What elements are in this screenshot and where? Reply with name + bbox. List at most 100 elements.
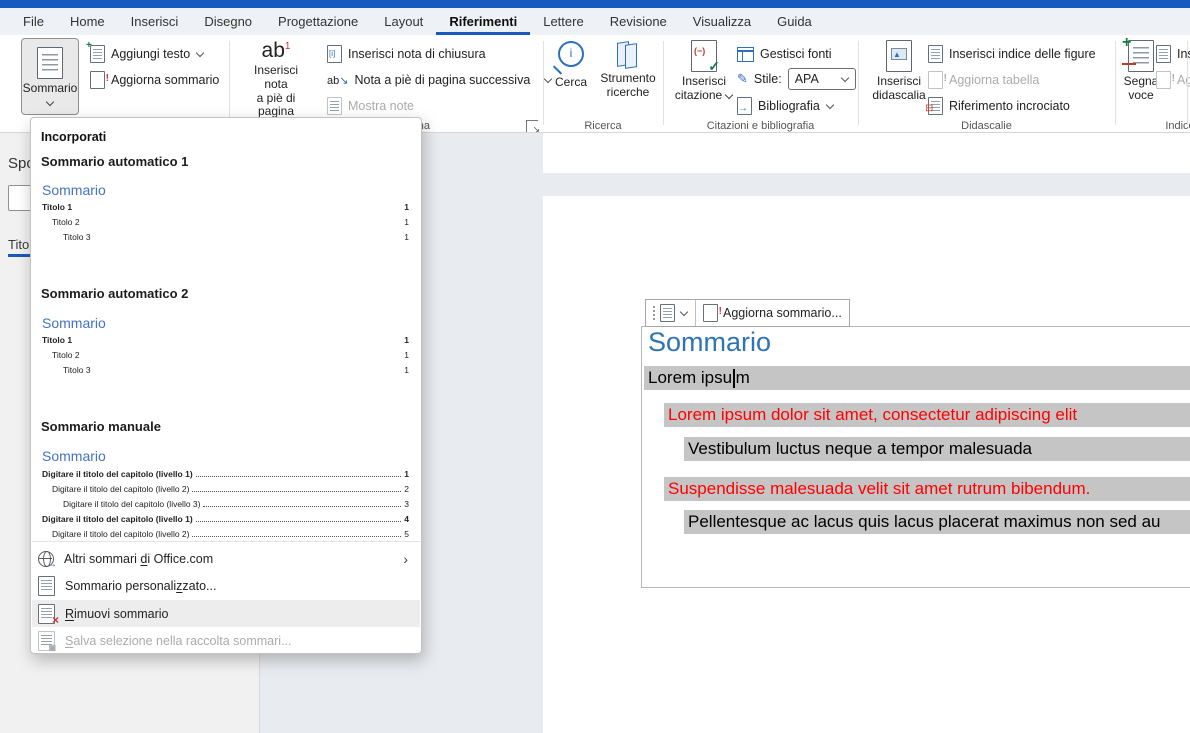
style-brush-icon: ✎ (737, 71, 748, 87)
toc-toolbar-handle[interactable] (646, 300, 695, 326)
globe-arrow-icon: → (47, 559, 57, 570)
dropdown-section-header: Incorporati (41, 130, 106, 144)
gallery-item-auto-1[interactable]: Sommario Titolo 11 Titolo 21 Titolo 31 (31, 178, 421, 278)
inserisci-citazione-button[interactable]: (−) ✓ Inserisci citazione (674, 40, 734, 103)
citation-icon: (−) ✓ (691, 40, 717, 72)
tab-home[interactable]: Home (57, 8, 118, 35)
cerca-button[interactable]: i Cerca (548, 41, 594, 90)
search-icon: i (558, 41, 584, 67)
riferimento-incrociato-button[interactable]: ⊟ Riferimento incrociato (928, 95, 1070, 117)
toc-line-5-text: Pellentesque ac lacus quis lacus placera… (688, 512, 1161, 532)
didascalia-label-2: didascalia (872, 89, 925, 103)
stile-label: Stile: (754, 72, 782, 86)
tab-visualizza[interactable]: Visualizza (680, 8, 764, 35)
menu-item-label: Altri sommari di Office.com (64, 552, 213, 566)
gallery-item-manual[interactable]: Sommario Digitare il titolo del capitolo… (31, 444, 421, 540)
stile-row: ✎ Stile: APA (737, 68, 856, 90)
preview-row: Titolo 21 (42, 217, 409, 227)
grip-dots-icon (653, 306, 655, 308)
aggiorna-sommario-toolbar-button[interactable]: ! Aggiorna sommario... (696, 300, 849, 326)
tab-disegno[interactable]: Disegno (191, 8, 265, 35)
strumento-label-1: Strumento (600, 72, 655, 86)
indice-figure-button[interactable]: Inserisci indice delle figure (928, 43, 1096, 65)
citazione-label-1: Inserisci (682, 75, 726, 89)
footnote-ab1-icon: ab1 (262, 40, 291, 61)
bibliografia-button[interactable]: → Bibliografia (737, 95, 834, 117)
mostra-note-button: Mostra note (327, 95, 414, 117)
riferimento-incrociato-label: Riferimento incrociato (949, 99, 1070, 113)
tab-riferimenti-active[interactable]: Riferimenti (436, 8, 530, 35)
preview-row: Titolo 21 (42, 350, 409, 360)
toc-line-4-text: Suspendisse malesuada velit sit amet rut… (668, 479, 1090, 499)
save-selection-icon: ▣ (38, 631, 55, 651)
preview-row: Titolo 11 (42, 335, 409, 345)
dialog-launcher-icon[interactable] (526, 120, 538, 132)
tab-inserisci[interactable]: Inserisci (118, 8, 192, 35)
menu-item-sommario-personalizzato[interactable]: Sommario personalizzato... (32, 572, 420, 599)
nota-chiusura-label: Inserisci nota di chiusura (348, 47, 486, 61)
ribbon-tab-bar: File Home Inserisci Disegno Progettazion… (0, 8, 1190, 35)
gallery-item-auto-2[interactable]: Sommario Titolo 11 Titolo 21 Titolo 31 (31, 311, 421, 411)
sommario-button-label: Sommario (23, 82, 78, 96)
indice-figure-label: Inserisci indice delle figure (949, 47, 1096, 61)
inserisci-didascalia-button[interactable]: ▲ Inserisci didascalia (868, 40, 930, 103)
aggiorna-tabella-label: Aggiorna tabella (949, 73, 1039, 87)
bibliography-icon: → (737, 97, 752, 115)
stile-value: APA (795, 72, 819, 86)
toc-line-1[interactable]: Lorem ipsum (644, 366, 1190, 390)
chevron-down-icon (841, 75, 849, 83)
preview-heading: Sommario (42, 182, 106, 198)
mark-entry-icon: + (1128, 40, 1154, 72)
toc-line-4[interactable]: Suspendisse malesuada velit sit amet rut… (664, 477, 1190, 501)
update-toc-icon: ! (90, 71, 105, 89)
doc-toc-heading: Sommario (648, 327, 771, 358)
tab-progettazione[interactable]: Progettazione (265, 8, 371, 35)
toc-line-1-text: Lorem ipsu (648, 368, 732, 388)
preview-row: Digitare il titolo del capitolo (livello… (42, 529, 409, 539)
group-divider (858, 41, 859, 125)
segna-voce-label-2: voce (1128, 89, 1153, 103)
group-divider (543, 41, 544, 125)
cerca-label: Cerca (555, 76, 587, 90)
tab-lettere[interactable]: Lettere (530, 8, 596, 35)
inserisci-indice-label: Inserisci indice (1177, 47, 1190, 61)
menu-item-altri-sommari[interactable]: → Altri sommari di Office.com › (32, 545, 420, 572)
manage-sources-icon (737, 47, 754, 62)
group-label-indice: Indice (1115, 120, 1190, 132)
chevron-down-icon (46, 99, 54, 107)
toc-line-5[interactable]: Pellentesque ac lacus quis lacus placera… (684, 510, 1190, 534)
aggiorna-sommario-label: Aggiorna sommario (111, 73, 219, 87)
preview-row: Digitare il titolo del capitolo (livello… (42, 484, 409, 494)
nota-successiva-button[interactable]: ab↘ Nota a piè di pagina successiva (327, 69, 552, 91)
table-of-figures-icon (928, 45, 943, 63)
sommario-button[interactable]: Sommario (21, 38, 79, 115)
strumento-ricerche-button[interactable]: Strumento ricerche (595, 41, 661, 100)
researcher-books-icon (615, 41, 641, 67)
gallery-title-manual: Sommario manuale (41, 419, 161, 434)
text-cursor (733, 369, 735, 388)
nota-chiusura-button[interactable]: [i] Inserisci nota di chiusura (327, 43, 486, 65)
inserisci-nota-button[interactable]: ab1 Inserisci nota a piè di pagina (243, 40, 309, 119)
tab-revisione[interactable]: Revisione (597, 8, 680, 35)
gestisci-fonti-label: Gestisci fonti (760, 47, 832, 61)
menu-item-label: Rimuovi sommario (65, 607, 169, 621)
gestisci-fonti-button[interactable]: Gestisci fonti (737, 43, 832, 65)
tab-layout[interactable]: Layout (371, 8, 436, 35)
aggiungi-testo-button[interactable]: + Aggiungi testo (90, 43, 204, 65)
toc-line-3[interactable]: Vestibulum luctus neque a tempor malesua… (684, 437, 1190, 461)
tab-file[interactable]: File (10, 8, 57, 35)
inserisci-indice-button[interactable]: Inserisci indice (1156, 43, 1190, 65)
page-1-bottom (543, 133, 1190, 173)
menu-item-rimuovi-sommario[interactable]: × Rimuovi sommario (32, 600, 420, 627)
aggiorna-indice-button: ! Aggiorna indice (1156, 69, 1190, 91)
stile-combobox[interactable]: APA (788, 68, 856, 90)
tab-guida[interactable]: Guida (764, 8, 825, 35)
group-divider (663, 41, 664, 125)
update-index-icon: ! (1156, 71, 1171, 89)
aggiorna-sommario-button[interactable]: ! Aggiorna sommario (90, 69, 219, 91)
preview-row: Digitare il titolo del capitolo (livello… (42, 514, 409, 524)
gallery-title-auto-1: Sommario automatico 1 (41, 154, 188, 169)
toc-line-2[interactable]: Lorem ipsum dolor sit amet, consectetur … (664, 403, 1190, 427)
toc-line-3-text: Vestibulum luctus neque a tempor malesua… (688, 439, 1032, 459)
inserisci-nota-label-2: a piè di pagina (243, 92, 309, 120)
